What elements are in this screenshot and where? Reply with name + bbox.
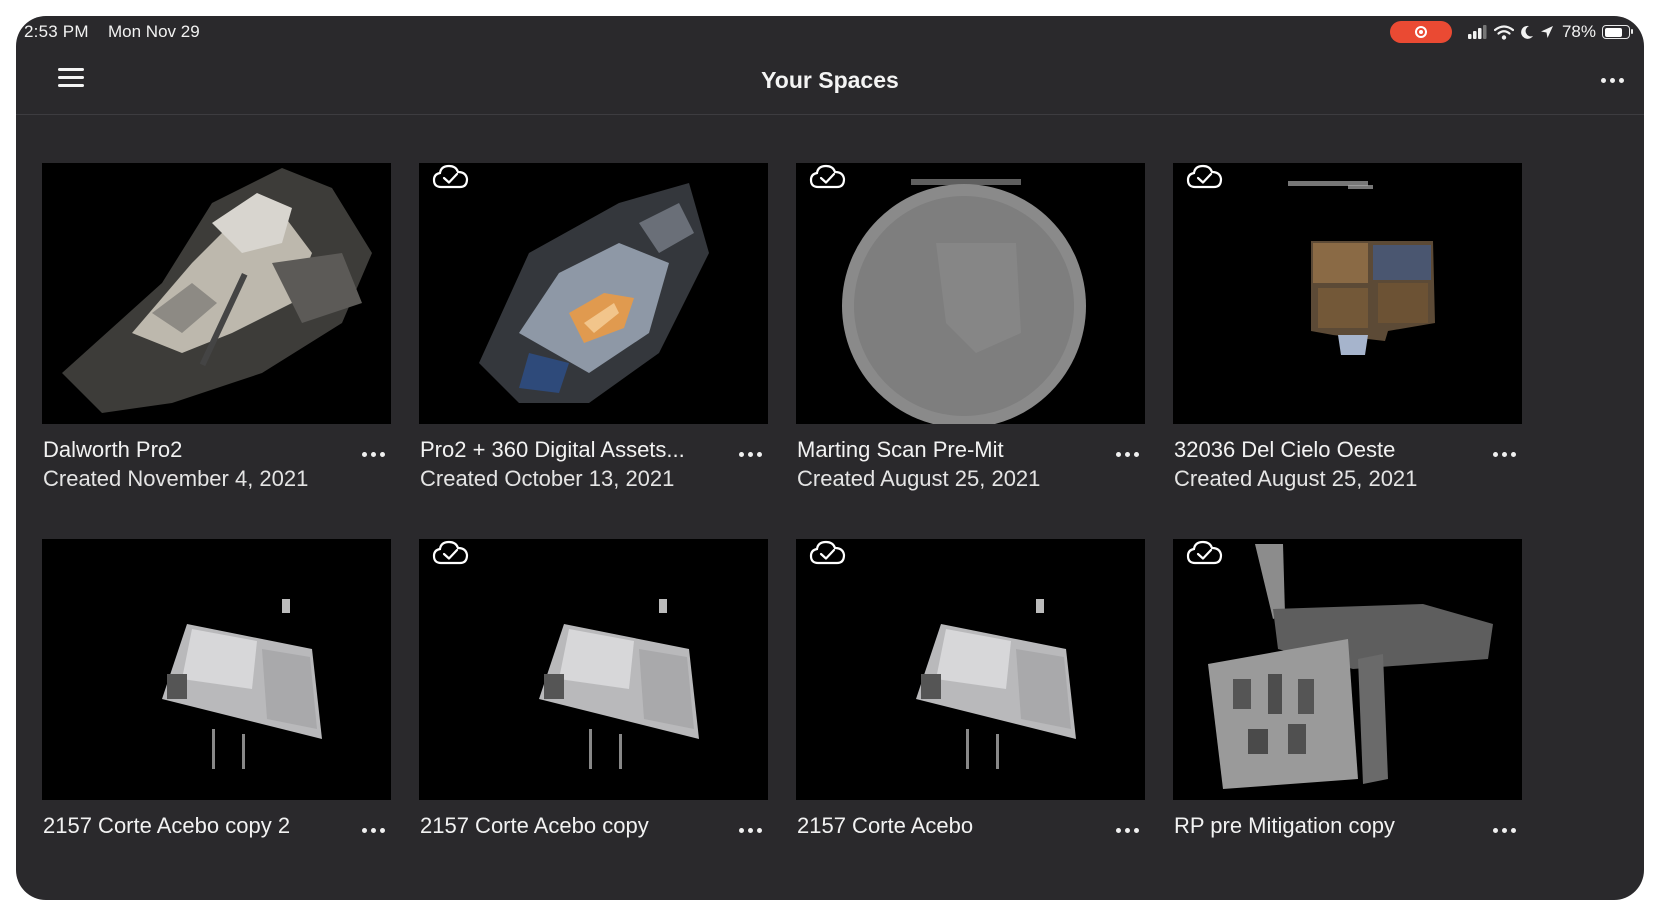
space-card[interactable]: Marting Scan Pre-Mit Created August 25, … [796,163,1145,493]
more-options-button[interactable] [1601,78,1624,83]
space-card[interactable]: RP pre Mitigation copy [1173,539,1522,869]
space-more-button[interactable] [1493,824,1516,837]
battery-level [1604,27,1622,37]
space-more-button[interactable] [739,448,762,461]
status-time: 2:53 PM [24,22,89,41]
space-card[interactable]: 2157 Corte Acebo copy 2 [42,539,391,869]
screen-recording-indicator[interactable] [1389,21,1452,43]
space-more-button[interactable] [1116,448,1139,461]
page-title: Your Spaces [761,67,899,93]
space-more-button[interactable] [739,824,762,837]
battery-icon [1602,25,1633,39]
space-more-button[interactable] [1116,824,1139,837]
wifi-icon [1493,24,1514,40]
location-arrow-icon [1540,26,1553,38]
space-card[interactable]: 2157 Corte Acebo [796,539,1145,869]
space-card[interactable]: 32036 Del Cielo Oeste Created August 25,… [1173,163,1522,493]
space-thumbnail[interactable] [42,163,391,424]
space-card[interactable]: Dalworth Pro2 Created November 4, 2021 [42,163,391,493]
space-thumbnail[interactable] [419,539,768,800]
space-title: 2157 Corte Acebo copy 2 [43,813,291,838]
space-title: 32036 Del Cielo Oeste [1174,437,1396,462]
battery-percentage: 78% [1561,22,1596,41]
space-thumbnail[interactable] [1173,539,1522,800]
space-thumbnail[interactable] [419,163,768,424]
space-title: Dalworth Pro2 [43,437,183,462]
status-icons: 78% [1389,21,1633,43]
space-title: 2157 Corte Acebo [797,813,974,838]
navigation-bar: Your Spaces [16,48,1644,115]
do-not-disturb-moon-icon [1521,25,1533,39]
cloud-synced-icon [432,540,469,565]
ipad-screen: 2:53 PM Mon Nov 29 78% Your Spaces Dalwo… [16,16,1644,900]
space-more-button[interactable] [1493,448,1516,461]
space-created-date: Created August 25, 2021 [797,466,1041,491]
space-title: RP pre Mitigation copy [1174,813,1395,838]
space-more-button[interactable] [362,824,385,837]
record-icon [1414,26,1427,38]
space-thumbnail[interactable] [796,539,1145,800]
space-created-date: Created October 13, 2021 [420,466,675,491]
space-title: 2157 Corte Acebo copy [420,813,649,838]
cloud-synced-icon [809,164,846,189]
cloud-synced-icon [1186,164,1223,189]
space-created-date: Created November 4, 2021 [43,466,309,491]
cellular-signal-icon [1467,25,1487,39]
cloud-synced-icon [809,540,846,565]
space-more-button[interactable] [362,448,385,461]
space-title: Pro2 + 360 Digital Assets... [420,437,685,462]
space-card[interactable]: Pro2 + 360 Digital Assets... Created Oct… [419,163,768,493]
space-thumbnail[interactable] [42,539,391,800]
space-thumbnail[interactable] [796,163,1145,424]
space-card[interactable]: 2157 Corte Acebo copy [419,539,768,869]
space-thumbnail[interactable] [1173,163,1522,424]
space-title: Marting Scan Pre-Mit [797,437,1004,462]
cloud-synced-icon [1186,540,1223,565]
status-bar: 2:53 PM Mon Nov 29 78% [16,16,1644,46]
status-date: Mon Nov 29 [108,22,200,41]
spaces-grid: Dalworth Pro2 Created November 4, 2021 P… [42,163,1522,869]
space-created-date: Created August 25, 2021 [1174,466,1418,491]
cloud-synced-icon [432,164,469,189]
